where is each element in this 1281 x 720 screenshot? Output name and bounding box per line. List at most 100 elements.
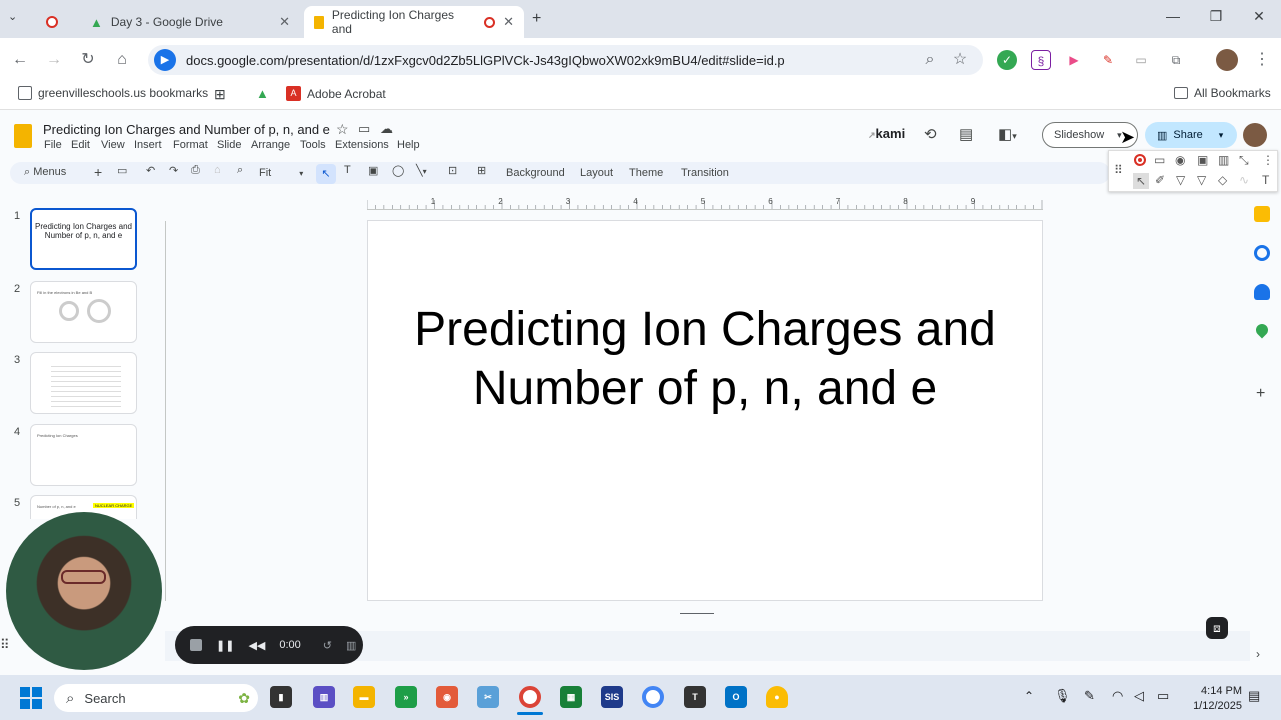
- eye-icon[interactable]: ◉: [1175, 153, 1185, 167]
- contacts-icon[interactable]: [1254, 284, 1270, 300]
- cloud-status-icon[interactable]: ☁: [380, 121, 393, 137]
- slide-thumbnail-1[interactable]: Predicting Ion Charges and Number of p, …: [30, 208, 137, 270]
- webcam-bubble[interactable]: [6, 512, 162, 670]
- screencast-app-icon[interactable]: ◉: [436, 686, 458, 708]
- menu-help[interactable]: Help: [397, 139, 420, 151]
- highlighter-icon[interactable]: ▽: [1176, 173, 1185, 187]
- shape-icon[interactable]: ◯: [392, 164, 404, 177]
- keep-icon[interactable]: [1254, 206, 1270, 222]
- windows-start-icon[interactable]: [20, 687, 42, 709]
- chrome-icon[interactable]: [519, 686, 541, 708]
- record-icon[interactable]: [1134, 154, 1146, 166]
- back-icon[interactable]: ←: [8, 48, 32, 72]
- account-avatar[interactable]: [1243, 123, 1267, 147]
- print-icon[interactable]: ⎙: [191, 164, 200, 177]
- extension-video-icon[interactable]: ▶: [1064, 50, 1084, 70]
- close-icon[interactable]: ✕: [279, 14, 290, 30]
- highlighter-alt-icon[interactable]: ▽: [1197, 173, 1206, 187]
- extension-doc-icon[interactable]: §: [1031, 50, 1051, 70]
- delete-icon[interactable]: ▥: [346, 639, 356, 652]
- bookmark-drive[interactable]: ▲: [256, 86, 269, 101]
- line-icon[interactable]: ╲▾: [416, 164, 427, 177]
- side-panel-expand-icon[interactable]: ›: [1256, 647, 1260, 661]
- trash-icon[interactable]: ▥: [1218, 153, 1229, 167]
- bookmark-greenville[interactable]: greenvilleschools.us bookmarks: [18, 86, 208, 100]
- stop-icon[interactable]: [190, 639, 202, 651]
- menu-extensions[interactable]: Extensions: [335, 139, 389, 151]
- menus-search[interactable]: ⌕ Menus: [24, 166, 66, 179]
- teams-t-icon[interactable]: T: [684, 686, 706, 708]
- slide-layout-icon[interactable]: ▭: [117, 164, 127, 177]
- close-icon[interactable]: ✕: [503, 14, 514, 30]
- menu-slide[interactable]: Slide: [217, 139, 241, 151]
- text-box-icon[interactable]: T: [344, 164, 351, 176]
- share-button[interactable]: ▥ Share ▾: [1145, 122, 1237, 148]
- outlook-icon[interactable]: O: [725, 686, 747, 708]
- profile-avatar[interactable]: [1216, 49, 1238, 71]
- task-view-icon[interactable]: ▮: [270, 686, 292, 708]
- maps-icon[interactable]: [1253, 321, 1271, 339]
- meet-video-icon[interactable]: ◧▾: [998, 125, 1017, 143]
- undo-icon[interactable]: ↶: [146, 164, 155, 177]
- bookmark-star-icon[interactable]: ☆: [948, 48, 972, 72]
- menu-file[interactable]: File: [44, 139, 62, 151]
- drag-handle-icon[interactable]: ⠿: [1114, 163, 1123, 177]
- extensions-puzzle-icon[interactable]: ⧉: [1166, 50, 1186, 70]
- home-icon[interactable]: ⌂: [110, 48, 134, 72]
- tab-search-chevron-icon[interactable]: ⌄: [8, 10, 17, 23]
- taskbar-search[interactable]: ⌕ Search ✿: [54, 684, 258, 712]
- zoom-icon[interactable]: ⌕: [237, 164, 243, 177]
- microphone-icon[interactable]: 🎙: [1054, 688, 1071, 704]
- restart-icon[interactable]: ↺: [323, 639, 332, 652]
- new-slide-icon[interactable]: +: [94, 164, 102, 180]
- address-bar[interactable]: ▶ docs.google.com/presentation/d/1zxFxgc…: [148, 45, 983, 75]
- taskbar-clock[interactable]: 4:14 PM 1/12/2025: [1180, 684, 1242, 714]
- all-bookmarks[interactable]: All Bookmarks: [1174, 86, 1271, 100]
- pointer-icon[interactable]: ↖: [1133, 173, 1149, 189]
- screen-capture-icon[interactable]: ▭: [1154, 153, 1165, 167]
- comments-icon[interactable]: ▤: [959, 125, 973, 143]
- file-explorer-icon[interactable]: ▬: [353, 686, 375, 708]
- notifications-icon[interactable]: ▤: [1248, 688, 1260, 704]
- volume-icon[interactable]: ◁: [1134, 688, 1144, 704]
- move-folder-icon[interactable]: ▭: [358, 121, 370, 137]
- pen-icon[interactable]: ✎: [1084, 688, 1095, 704]
- image-icon[interactable]: ▣: [368, 164, 378, 177]
- menu-edit[interactable]: Edit: [71, 139, 90, 151]
- new-tab-icon[interactable]: +: [532, 10, 541, 28]
- redo-icon[interactable]: ↷: [169, 164, 178, 177]
- laser-icon[interactable]: ∿: [1239, 173, 1249, 187]
- rewind-icon[interactable]: ◀◀: [248, 639, 265, 652]
- zoom-select[interactable]: Fit ▾: [259, 167, 303, 179]
- select-tool-icon[interactable]: ↖: [316, 164, 336, 184]
- bookmark-acrobat[interactable]: A Adobe Acrobat: [286, 86, 386, 101]
- kami-button[interactable]: ↗kami: [868, 126, 905, 141]
- comment-add-icon[interactable]: ⊞: [477, 164, 486, 177]
- slide-thumbnail-2[interactable]: Fill in the electrons in Be and B: [30, 281, 137, 343]
- collapse-icon[interactable]: ⤡: [1239, 153, 1249, 168]
- extension-grammar-icon[interactable]: ✓: [997, 50, 1017, 70]
- menu-tools[interactable]: Tools: [300, 139, 326, 151]
- marker-icon[interactable]: ✐: [1155, 173, 1165, 187]
- layout-button[interactable]: Layout: [580, 167, 613, 179]
- slide-title[interactable]: Predicting Ion Charges and Number of p, …: [367, 300, 1043, 418]
- menu-insert[interactable]: Insert: [134, 139, 162, 151]
- reload-icon[interactable]: ↻: [76, 48, 100, 72]
- text-tool-icon[interactable]: T: [1262, 173, 1269, 187]
- sheets-icon[interactable]: ▦: [560, 686, 582, 708]
- extension-pen-icon[interactable]: ✎: [1098, 50, 1118, 70]
- restore-icon[interactable]: ❐: [1201, 8, 1231, 25]
- tab-google-drive[interactable]: ▲ Day 3 - Google Drive ✕: [80, 6, 300, 38]
- slides-logo-icon[interactable]: [14, 124, 32, 148]
- tray-chevron-icon[interactable]: ⌃: [1024, 689, 1034, 703]
- building-app-icon[interactable]: ▥: [313, 686, 335, 708]
- paint-format-icon[interactable]: ⌂: [214, 164, 221, 176]
- add-addon-icon[interactable]: +: [1256, 385, 1265, 403]
- close-window-icon[interactable]: ✕: [1244, 8, 1274, 25]
- screencast-icon[interactable]: ⧈: [1206, 617, 1228, 639]
- battery-icon[interactable]: ▭: [1157, 688, 1169, 704]
- arrow-app-icon[interactable]: »: [395, 686, 417, 708]
- pause-icon[interactable]: ❚❚: [216, 639, 234, 652]
- extension-tab-icon[interactable]: ▭: [1131, 50, 1151, 70]
- slide-thumbnail-3[interactable]: [30, 352, 137, 414]
